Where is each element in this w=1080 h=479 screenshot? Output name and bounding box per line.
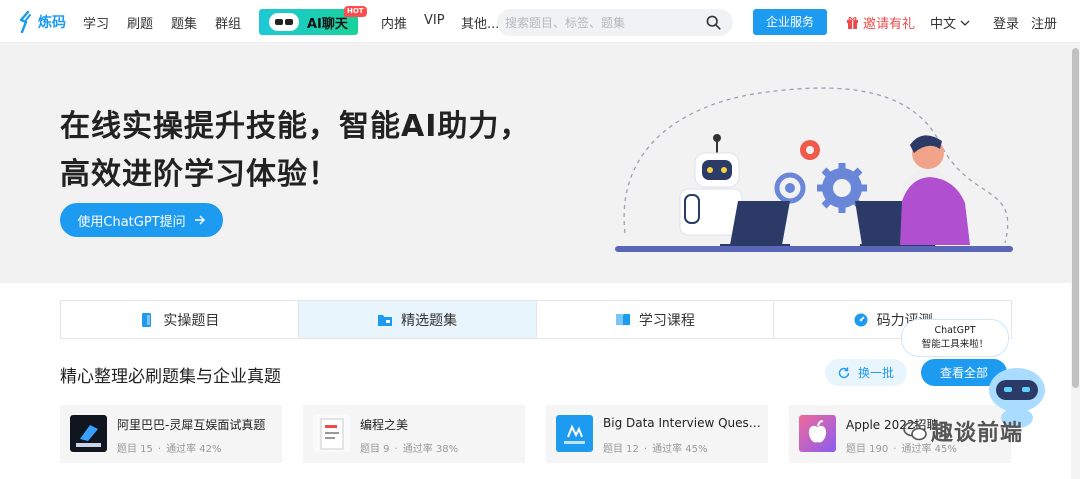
card-cover-image: [313, 415, 350, 452]
nav-question-sets[interactable]: 题集: [171, 13, 197, 32]
page: 炼码 学习 刷题 题集 群组 AI聊天 HOT 内推 VIP 其他... 企业服…: [0, 0, 1080, 479]
card-title: 编程之美: [360, 418, 409, 432]
arrow-right-icon: [194, 215, 205, 225]
person-figure: [900, 135, 970, 245]
card-cover-image: [799, 415, 836, 452]
watermark-text: 趣谈前端: [931, 421, 1024, 446]
hero-banner: 在线实操提升技能，智能AI助力， 高效进阶学习体验！ 使用ChatGPT提问: [0, 43, 1071, 283]
card-meta: 题目 15 · 通过率 42%: [117, 444, 222, 455]
card-pass-rate: 通过率 45%: [652, 444, 708, 455]
search-input[interactable]: [505, 13, 695, 32]
language-selector[interactable]: 中文: [930, 13, 970, 32]
question-set-card[interactable]: 编程之美 题目 9 · 通过率 38%: [303, 405, 525, 463]
nav-vip[interactable]: VIP: [424, 13, 445, 28]
card-question-count: 题目 12: [603, 444, 639, 455]
card-question-count: 题目 9: [360, 444, 390, 455]
view-all-label: 查看全部: [939, 366, 988, 380]
hero-headline-line1: 在线实操提升技能，智能AI助力，: [60, 109, 531, 144]
watermark: 趣谈前端: [903, 415, 1023, 447]
chatgpt-promo-bubble[interactable]: ChatGPT 智能工具来啦！: [901, 319, 1009, 357]
card-cover-image: [556, 415, 593, 452]
section-title: 精心整理必刷题集与企业真题: [60, 367, 281, 387]
refresh-icon: [838, 367, 850, 378]
login-link[interactable]: 登录: [993, 13, 1019, 32]
card-pass-rate: 通过率 42%: [166, 444, 222, 455]
robot-figure: [679, 134, 743, 236]
book-icon: [615, 313, 630, 326]
card-question-count: 题目 190: [846, 444, 889, 455]
phone-icon: [142, 312, 152, 327]
gauge-icon: [854, 313, 868, 326]
ask-chatgpt-button[interactable]: 使用ChatGPT提问: [60, 203, 223, 237]
hero-illustration: [615, 87, 1013, 252]
nav-learn[interactable]: 学习: [83, 13, 109, 32]
tab-label: 实操题目: [163, 312, 220, 329]
card-cover-image: [70, 415, 107, 452]
tab-label: 学习课程: [638, 312, 695, 329]
wechat-icon: [903, 421, 927, 441]
nav-practice[interactable]: 刷题: [127, 13, 153, 32]
enterprise-service-button[interactable]: 企业服务: [753, 9, 827, 35]
logo[interactable]: 炼码: [18, 10, 66, 34]
top-nav: 炼码 学习 刷题 题集 群组 AI聊天 HOT 内推 VIP 其他... 企业服…: [0, 0, 1080, 43]
nav-groups[interactable]: 群组: [215, 13, 241, 32]
logo-icon: [19, 11, 31, 33]
logo-text: 炼码: [38, 15, 66, 31]
scrollbar-thumb[interactable]: [1072, 48, 1079, 388]
refresh-label: 换一批: [857, 366, 894, 380]
card-pass-rate: 通过率 38%: [402, 444, 459, 455]
card-question-count: 题目 15: [117, 444, 153, 455]
search-icon[interactable]: [706, 15, 721, 30]
promo-line1: ChatGPT: [934, 325, 976, 336]
ask-chatgpt-label: 使用ChatGPT提问: [77, 214, 186, 230]
card-title: 阿里巴巴-灵犀互娱面试真题: [117, 418, 266, 432]
promo-line2: 智能工具来啦！: [921, 339, 989, 350]
card-meta: 题目 9 · 通过率 38%: [360, 444, 459, 455]
tab-practical-questions[interactable]: 实操题目: [61, 301, 299, 338]
nav-referral[interactable]: 内推: [381, 13, 407, 32]
hot-badge: HOT: [344, 6, 367, 17]
robot-icon: [269, 13, 299, 31]
hero-headline-line2: 高效进阶学习体验！: [60, 157, 339, 192]
search-bar: [497, 9, 733, 36]
refresh-button[interactable]: 换一批: [825, 359, 907, 386]
card-title: Big Data Interview Questions: [603, 416, 761, 430]
category-tabs: 实操题目 精选题集 学习课程 码力评测: [60, 300, 1012, 339]
tab-courses[interactable]: 学习课程: [537, 301, 775, 338]
card-meta: 题目 12 · 通过率 45%: [603, 444, 708, 455]
register-link[interactable]: 注册: [1031, 13, 1057, 32]
tab-label: 精选题集: [401, 312, 458, 329]
red-gear-icon: [800, 140, 820, 160]
tab-selected-sets[interactable]: 精选题集: [298, 301, 537, 338]
invite-link[interactable]: 邀请有礼: [846, 13, 915, 32]
folder-icon: [378, 314, 393, 326]
chevron-down-icon: [960, 20, 970, 26]
language-label: 中文: [930, 17, 957, 32]
gift-icon: [847, 17, 858, 29]
question-set-card[interactable]: Big Data Interview Questions 题目 12 · 通过率 4…: [546, 405, 768, 463]
ai-chat-label: AI聊天: [307, 16, 348, 32]
nav-more[interactable]: 其他...: [461, 13, 499, 32]
small-gear-icon: [774, 172, 806, 204]
question-set-card[interactable]: 阿里巴巴-灵犀互娱面试真题 题目 15 · 通过率 42%: [60, 405, 282, 463]
invite-label: 邀请有礼: [863, 17, 916, 32]
